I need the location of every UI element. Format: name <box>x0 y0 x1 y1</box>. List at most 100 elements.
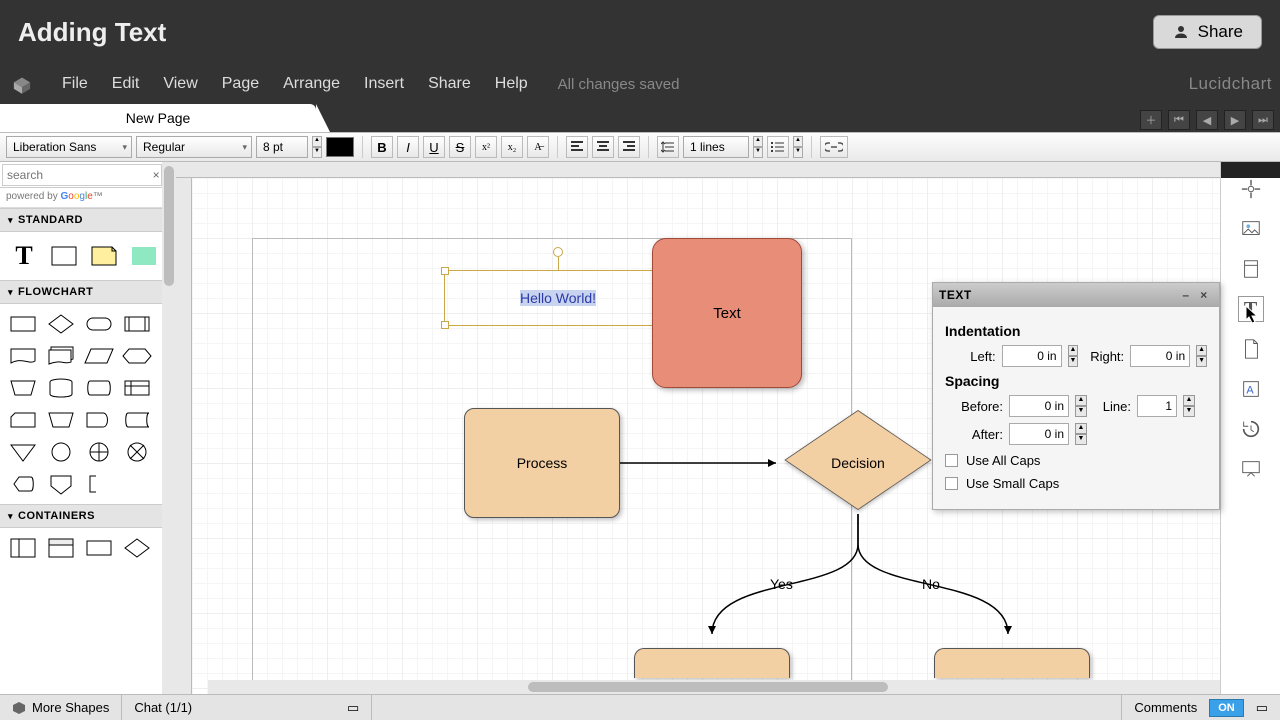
menu-insert[interactable]: Insert <box>352 75 416 93</box>
font-family-select[interactable]: Liberation Sans▾ <box>6 136 132 158</box>
shape-fc-or[interactable] <box>82 438 116 466</box>
indent-right-stepper[interactable]: ▲▼ <box>1196 345 1207 367</box>
shape-fc-decision[interactable] <box>44 310 78 338</box>
navigator-icon[interactable] <box>1238 176 1264 202</box>
edge-label-yes[interactable]: Yes <box>770 576 793 592</box>
shape-fc-stored[interactable] <box>120 406 154 434</box>
edge-decision-branches[interactable] <box>622 514 1042 664</box>
page-icon[interactable] <box>1238 336 1264 362</box>
line-height-input[interactable]: 1 lines <box>683 136 749 158</box>
comments-expand-icon[interactable]: ▭ <box>1256 700 1268 716</box>
present-icon[interactable] <box>1238 456 1264 482</box>
allcaps-checkbox[interactable]: Use All Caps <box>945 453 1207 468</box>
menu-view[interactable]: View <box>151 75 209 93</box>
node-decision[interactable]: Decision <box>778 408 938 518</box>
history-icon[interactable] <box>1238 416 1264 442</box>
textbox-hello-world[interactable]: Hello World! <box>444 270 672 326</box>
rotate-handle[interactable] <box>553 247 563 257</box>
theme-icon[interactable]: A <box>1238 376 1264 402</box>
shape-fc-multidoc[interactable] <box>44 342 78 370</box>
superscript-button[interactable]: x² <box>475 136 497 158</box>
spacing-line-stepper[interactable]: ▲▼ <box>1183 395 1195 417</box>
app-icon[interactable] <box>4 66 40 102</box>
line-spacing-icon[interactable] <box>657 136 679 158</box>
page-settings-icon[interactable] <box>1238 256 1264 282</box>
resize-handle-nw[interactable] <box>441 267 449 275</box>
bold-button[interactable]: B <box>371 136 393 158</box>
underline-button[interactable]: U <box>423 136 445 158</box>
nav-last-icon[interactable]: ⏭ <box>1252 110 1274 130</box>
node-result-yes[interactable] <box>634 648 790 678</box>
shape-fc-database[interactable] <box>44 374 78 402</box>
subscript-button[interactable]: x₂ <box>501 136 523 158</box>
edge-process-decision[interactable] <box>620 458 790 468</box>
canvas-h-scrollbar[interactable] <box>208 680 1280 694</box>
shape-fc-terminator[interactable] <box>82 310 116 338</box>
nav-first-icon[interactable]: ⏮ <box>1168 110 1190 130</box>
shape-rect[interactable] <box>46 238 82 274</box>
align-center-button[interactable] <box>592 136 614 158</box>
shape-fc-prep[interactable] <box>120 342 154 370</box>
shape-fc-predef[interactable] <box>120 310 154 338</box>
font-size-input[interactable]: 8 pt <box>256 136 308 158</box>
node-process[interactable]: Process <box>464 408 620 518</box>
spacing-after-stepper[interactable]: ▲▼ <box>1075 423 1087 445</box>
text-color-swatch[interactable] <box>326 137 354 157</box>
align-left-button[interactable] <box>566 136 588 158</box>
shape-fc-card[interactable] <box>6 406 40 434</box>
shape-fc-manual[interactable] <box>6 374 40 402</box>
menu-arrange[interactable]: Arrange <box>271 75 352 93</box>
resize-handle-sw[interactable] <box>441 321 449 329</box>
page-tab[interactable]: New Page <box>0 104 316 132</box>
text-properties-panel[interactable]: TEXT – × Indentation Left: ▲▼ Right: ▲▼ … <box>932 282 1220 510</box>
shape-cont-4[interactable] <box>120 534 154 562</box>
panel-minimize-icon[interactable]: – <box>1177 288 1195 302</box>
menu-page[interactable]: Page <box>210 75 271 93</box>
spacing-before-stepper[interactable]: ▲▼ <box>1075 395 1087 417</box>
comments-toggle[interactable]: ON <box>1209 699 1244 717</box>
left-scrollbar[interactable] <box>162 162 176 694</box>
indent-right-input[interactable] <box>1130 345 1190 367</box>
node-text-red[interactable]: Text <box>652 238 802 388</box>
shape-fc-internal[interactable] <box>120 374 154 402</box>
shape-cont-2[interactable] <box>44 534 78 562</box>
shape-fc-delay[interactable] <box>82 406 116 434</box>
indent-left-stepper[interactable]: ▲▼ <box>1068 345 1079 367</box>
spacing-after-input[interactable] <box>1009 423 1069 445</box>
align-right-button[interactable] <box>618 136 640 158</box>
shape-fc-connector[interactable] <box>44 438 78 466</box>
comments-section[interactable]: Comments ON ▭ <box>1121 695 1280 720</box>
chat-expand-icon[interactable]: ▭ <box>347 700 359 716</box>
category-standard[interactable]: STANDARD <box>0 208 175 232</box>
text-panel-icon[interactable]: T <box>1238 296 1264 322</box>
smallcaps-checkbox[interactable]: Use Small Caps <box>945 476 1207 491</box>
shape-fc-sum[interactable] <box>120 438 154 466</box>
link-button[interactable] <box>820 136 848 158</box>
shape-block[interactable] <box>126 238 162 274</box>
node-result-no[interactable] <box>934 648 1090 678</box>
menu-share[interactable]: Share <box>416 75 483 93</box>
shape-text-tool[interactable]: T <box>6 238 42 274</box>
shape-fc-manualop[interactable] <box>44 406 78 434</box>
image-icon[interactable] <box>1238 216 1264 242</box>
spacing-line-input[interactable] <box>1137 395 1177 417</box>
panel-close-icon[interactable]: × <box>1195 288 1213 302</box>
menu-edit[interactable]: Edit <box>100 75 152 93</box>
strike-button[interactable]: S <box>449 136 471 158</box>
font-weight-select[interactable]: Regular▾ <box>136 136 252 158</box>
indent-left-input[interactable] <box>1002 345 1062 367</box>
clear-format-button[interactable]: A̶ <box>527 136 549 158</box>
nav-prev-icon[interactable]: ◀ <box>1196 110 1218 130</box>
list-button[interactable] <box>767 136 789 158</box>
line-height-stepper[interactable]: ▲▼ <box>753 136 763 158</box>
menu-file[interactable]: File <box>50 75 100 93</box>
shape-fc-directdata[interactable] <box>82 374 116 402</box>
shape-fc-data[interactable] <box>82 342 116 370</box>
shape-search-input[interactable] <box>2 164 167 186</box>
shape-cont-1[interactable] <box>6 534 40 562</box>
shape-note[interactable] <box>86 238 122 274</box>
edge-label-no[interactable]: No <box>922 576 940 592</box>
category-containers[interactable]: CONTAINERS <box>0 504 175 528</box>
italic-button[interactable]: I <box>397 136 419 158</box>
add-page-button[interactable]: ＋ <box>1140 110 1162 130</box>
